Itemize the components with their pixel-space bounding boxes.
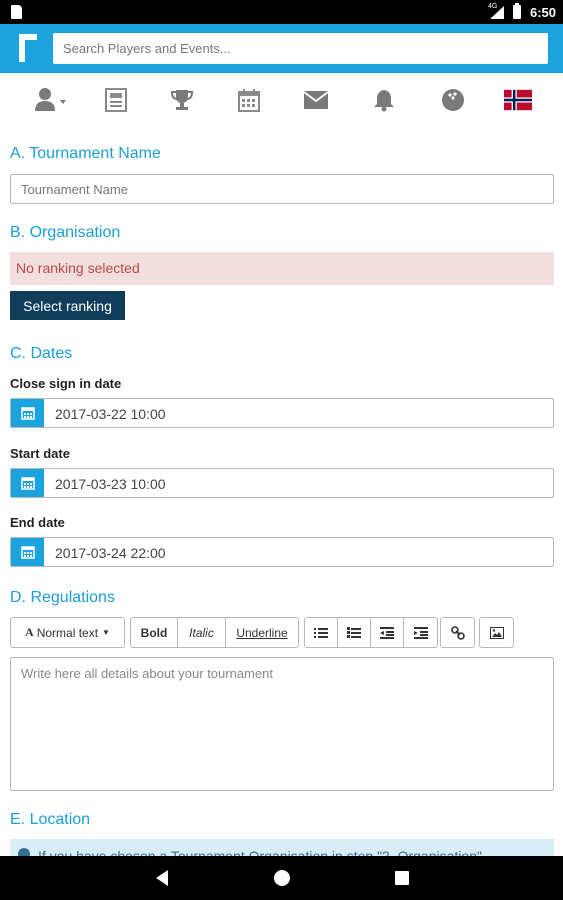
indent-icon[interactable]: [404, 618, 437, 647]
text-style-group: Bold Italic Underline: [130, 617, 299, 648]
calendar-icon[interactable]: [11, 538, 44, 566]
end-date-label: End date: [10, 515, 65, 530]
start-date-label: Start date: [10, 446, 70, 461]
format-label: Normal text: [36, 625, 99, 640]
underline-button[interactable]: Underline: [226, 618, 298, 647]
section-title-dates: C. Dates: [10, 345, 73, 362]
list-indent-group: [304, 617, 438, 648]
select-ranking-button[interactable]: Select ranking: [10, 291, 125, 320]
info-icon: [18, 848, 30, 856]
no-ranking-alert: No ranking selected: [10, 252, 554, 285]
font-icon: A: [25, 625, 34, 639]
bold-button[interactable]: Bold: [131, 618, 178, 647]
close-sign-in-label: Close sign in date: [10, 376, 122, 391]
back-icon[interactable]: [156, 870, 168, 886]
image-group: [479, 617, 514, 648]
section-title-tournament-name: A. Tournament Name: [10, 145, 161, 162]
close-sign-in-date-field[interactable]: 2017-03-22 10:00: [10, 398, 554, 428]
bell-icon[interactable]: [370, 87, 398, 113]
location-info-box: If you have chosen a Tournament Organisa…: [10, 839, 554, 856]
section-title-organisation: B. Organisation: [10, 224, 121, 241]
calendar-icon[interactable]: [11, 399, 44, 427]
news-icon[interactable]: [102, 87, 130, 113]
format-select[interactable]: A Normal text ▼: [11, 618, 124, 647]
caret-down-icon: ▼: [102, 628, 110, 637]
android-nav-bar: [0, 856, 563, 900]
ordered-list-icon[interactable]: [338, 618, 371, 647]
ball-icon[interactable]: [439, 87, 467, 113]
italic-button[interactable]: Italic: [178, 618, 226, 647]
home-icon[interactable]: [274, 870, 290, 886]
trophy-icon[interactable]: [168, 87, 196, 113]
user-icon[interactable]: [34, 87, 70, 113]
status-bar: 4G 6:50: [0, 0, 563, 24]
signal-icon: [490, 6, 504, 19]
end-date-field[interactable]: 2017-03-24 22:00: [10, 537, 554, 567]
tournament-name-input[interactable]: [10, 174, 554, 204]
norway-flag-icon[interactable]: [504, 87, 532, 113]
end-date-value: 2017-03-24 22:00: [55, 545, 166, 561]
mail-icon[interactable]: [302, 87, 330, 113]
calendar-icon[interactable]: [235, 87, 263, 113]
recent-apps-icon[interactable]: [395, 871, 409, 885]
image-icon[interactable]: [480, 618, 513, 647]
calendar-icon[interactable]: [11, 469, 44, 497]
app-header: [0, 24, 563, 73]
start-date-value: 2017-03-23 10:00: [55, 476, 166, 492]
link-group: [440, 617, 475, 648]
search-input[interactable]: [53, 33, 548, 64]
format-dropdown[interactable]: A Normal text ▼: [10, 617, 125, 648]
section-title-regulations: D. Regulations: [10, 589, 115, 606]
start-date-field[interactable]: 2017-03-23 10:00: [10, 468, 554, 498]
link-icon[interactable]: [441, 618, 474, 647]
sim-icon: [11, 5, 22, 19]
regulations-editor[interactable]: [10, 657, 554, 791]
clock: 6:50: [530, 5, 557, 20]
outdent-icon[interactable]: [371, 618, 404, 647]
app-logo[interactable]: [19, 34, 39, 62]
location-info-text: If you have chosen a Tournament Organisa…: [38, 848, 482, 856]
battery-icon: [513, 3, 521, 19]
unordered-list-icon[interactable]: [305, 618, 338, 647]
close-sign-in-value: 2017-03-22 10:00: [55, 406, 166, 422]
icon-nav: [0, 79, 563, 121]
section-title-location: E. Location: [10, 811, 91, 828]
